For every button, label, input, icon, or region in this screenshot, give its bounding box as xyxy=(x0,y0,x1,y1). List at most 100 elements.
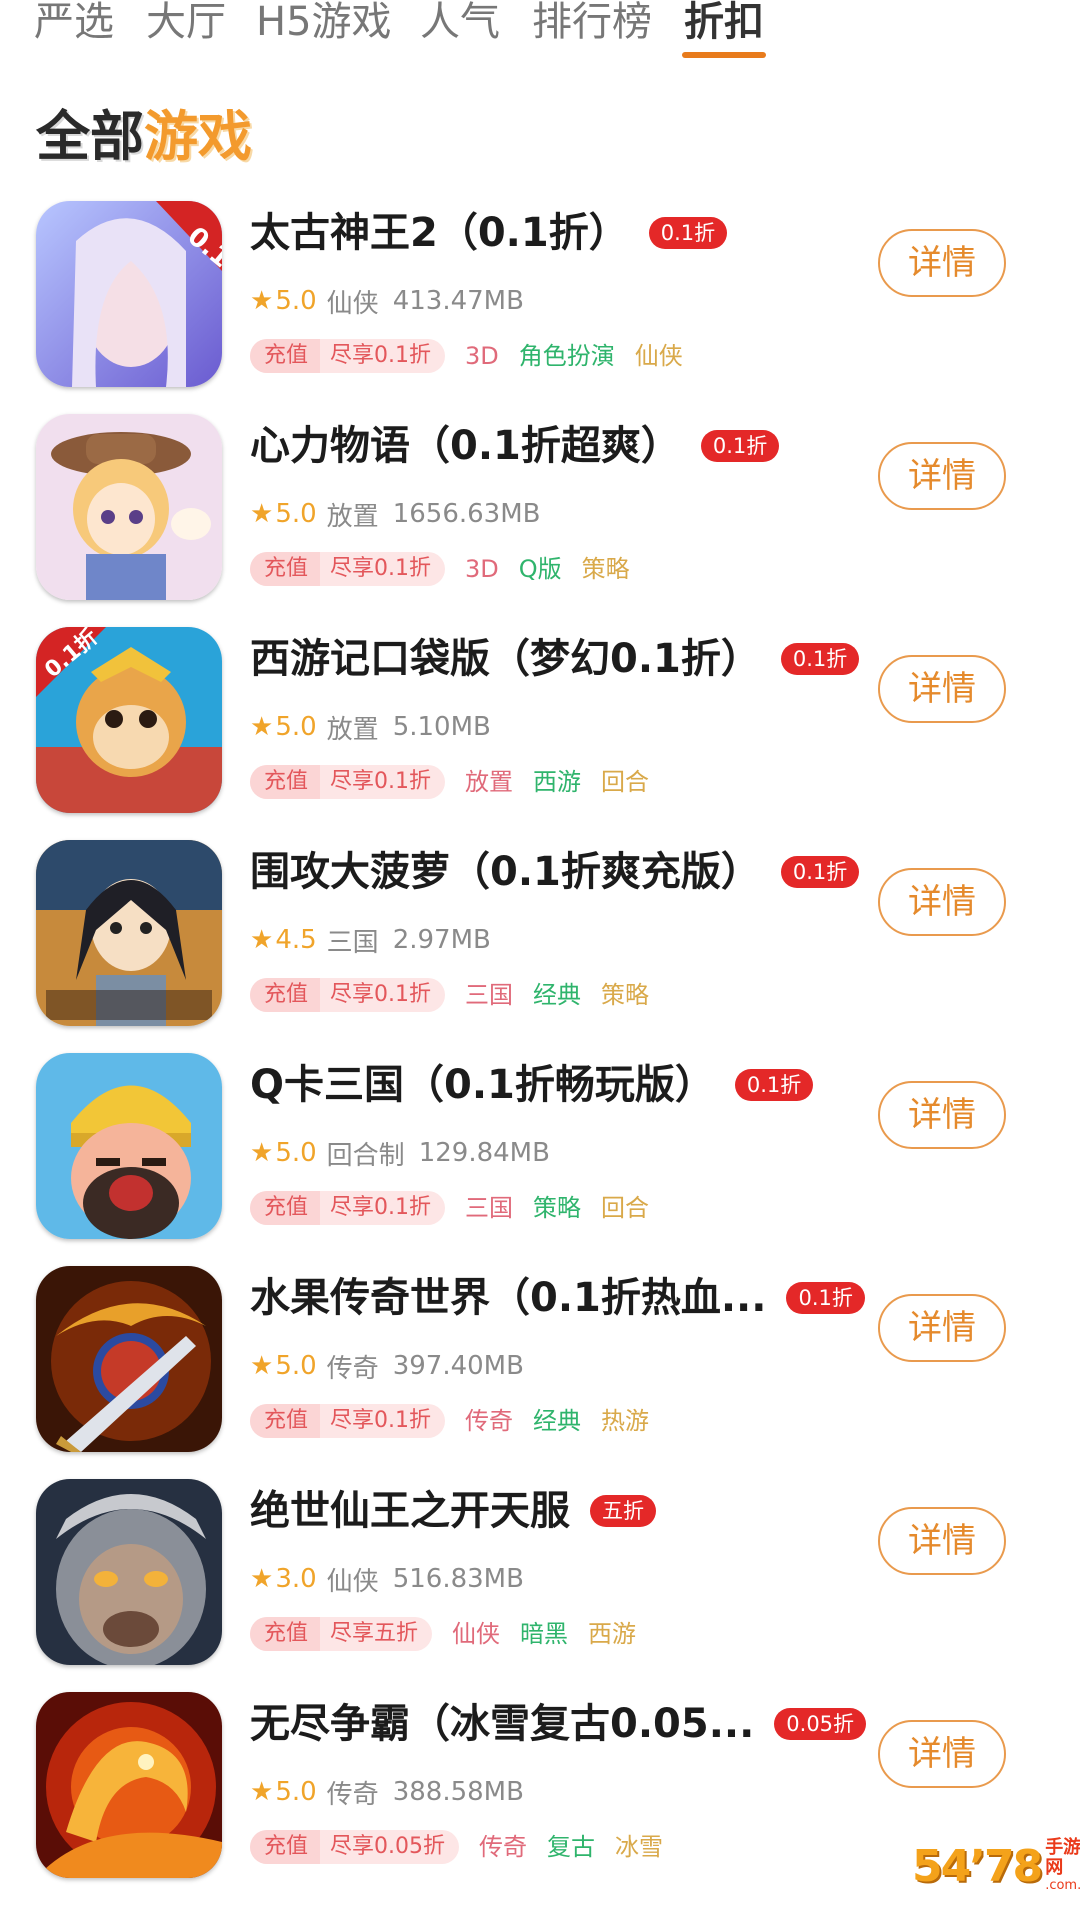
active-tab-indicator xyxy=(682,52,766,58)
game-list-item[interactable]: 0.1折 西游记口袋版（梦幻0.1折） 0.1折 ★ 5.0 放置 5.10MB… xyxy=(0,621,1080,834)
recharge-value: 尽享五折 xyxy=(330,1621,419,1646)
game-list-item[interactable]: 围攻大菠萝（0.1折爽充版） 0.1折 ★ 4.5 三国 2.97MB 充值 尽… xyxy=(0,834,1080,1047)
tab-h5-games[interactable]: H5游戏 xyxy=(256,0,392,50)
recharge-label: 充值 xyxy=(250,1830,321,1864)
game-tags: 充值 尽享0.1折 放置 西游 回合 xyxy=(250,765,649,799)
tab-popular[interactable]: 人气 xyxy=(420,0,500,50)
details-button[interactable]: 详情 xyxy=(878,1294,1006,1362)
recharge-value: 尽享0.05折 xyxy=(330,1834,446,1859)
game-category: 回合制 xyxy=(326,1140,405,1171)
angry-general-icon[interactable] xyxy=(36,1053,222,1239)
game-title-line: 无尽争霸（冰雪复古0.05... 0.05折 xyxy=(250,1696,867,1752)
game-name[interactable]: Q卡三国（0.1折畅玩版） xyxy=(250,1057,715,1113)
game-meta: ★ 4.5 三国 2.97MB xyxy=(250,920,491,960)
details-button[interactable]: 详情 xyxy=(878,1507,1006,1575)
game-title-line: 太古神王2（0.1折） 0.1折 xyxy=(250,205,728,261)
game-name[interactable]: 太古神王2（0.1折） xyxy=(250,205,629,261)
recharge-badge: 充值 尽享0.1折 xyxy=(250,765,446,799)
game-tag: 回合 xyxy=(601,768,650,796)
game-list-item[interactable]: 绝世仙王之开天服 五折 ★ 3.0 仙侠 516.83MB 充值 尽享五折 仙侠… xyxy=(0,1473,1080,1686)
game-category: 传奇 xyxy=(326,1779,379,1810)
recharge-badge: 充值 尽享0.1折 xyxy=(250,339,446,373)
fire-dragon-icon[interactable] xyxy=(36,1692,222,1878)
game-name[interactable]: 绝世仙王之开天服 xyxy=(250,1483,570,1539)
discount-badge: 0.1折 xyxy=(780,856,860,888)
game-rating: 5.0 xyxy=(275,712,317,742)
monkey-king-icon[interactable]: 0.1折 xyxy=(36,627,222,813)
game-tag: 回合 xyxy=(601,1194,650,1222)
fairy-girl-icon[interactable]: 0.1 xyxy=(36,201,222,387)
tab-discount[interactable]: 折扣 xyxy=(684,0,764,50)
recharge-label: 充值 xyxy=(250,339,321,373)
recharge-label: 充值 xyxy=(250,1191,321,1225)
details-button[interactable]: 详情 xyxy=(878,1081,1006,1149)
game-title-line: 西游记口袋版（梦幻0.1折） 0.1折 xyxy=(250,631,860,687)
star-icon: ★ xyxy=(250,499,274,529)
game-tags: 充值 尽享0.05折 传奇 复古 冰雪 xyxy=(250,1830,663,1864)
game-rating: 5.0 xyxy=(275,1351,317,1381)
game-category: 传奇 xyxy=(326,1353,379,1384)
tab-yanxuan[interactable]: 严选 xyxy=(34,0,114,50)
game-title-line: 水果传奇世界（0.1折热血... 0.1折 xyxy=(250,1270,865,1326)
game-name[interactable]: 无尽争霸（冰雪复古0.05... xyxy=(250,1696,754,1752)
game-size: 397.40MB xyxy=(392,1351,524,1381)
game-name[interactable]: 心力物语（0.1折超爽） xyxy=(250,418,681,474)
game-tag: 放置 xyxy=(465,768,514,796)
discount-badge: 0.05折 xyxy=(774,1708,867,1740)
game-tag: 热游 xyxy=(601,1407,650,1435)
game-tags: 充值 尽享0.1折 三国 经典 策略 xyxy=(250,978,649,1012)
ape-warrior-icon[interactable] xyxy=(36,1479,222,1665)
recharge-value: 尽享0.1折 xyxy=(330,1195,432,1220)
recharge-badge: 充值 尽享0.1折 xyxy=(250,1191,446,1225)
game-tag: 西游 xyxy=(588,1620,637,1648)
watermark-name: 手游网 xyxy=(1045,1837,1080,1878)
game-rating: 4.5 xyxy=(275,925,317,955)
game-tag: 角色扮演 xyxy=(518,342,615,370)
game-list-item[interactable]: Q卡三国（0.1折畅玩版） 0.1折 ★ 5.0 回合制 129.84MB 充值… xyxy=(0,1047,1080,1260)
star-icon: ★ xyxy=(250,1138,274,1168)
category-tabs: 严选 大厅 H5游戏 人气 排行榜 折扣 xyxy=(0,0,1080,62)
details-button[interactable]: 详情 xyxy=(878,229,1006,297)
game-title-line: 心力物语（0.1折超爽） 0.1折 xyxy=(250,418,780,474)
details-button[interactable]: 详情 xyxy=(878,1720,1006,1788)
tab-ranking[interactable]: 排行榜 xyxy=(532,0,652,50)
game-tag: 三国 xyxy=(465,981,514,1009)
dragon-sword-icon[interactable] xyxy=(36,1266,222,1452)
game-rating: 3.0 xyxy=(275,1564,317,1594)
game-rating: 5.0 xyxy=(275,499,317,529)
discount-badge: 0.1折 xyxy=(780,643,860,675)
recharge-badge: 充值 尽享0.1折 xyxy=(250,1404,446,1438)
game-size: 5.10MB xyxy=(392,712,491,742)
game-tag: 策略 xyxy=(601,981,650,1009)
star-icon: ★ xyxy=(250,1351,274,1381)
game-name[interactable]: 围攻大菠萝（0.1折爽充版） xyxy=(250,844,761,900)
warrior-portrait-icon[interactable] xyxy=(36,840,222,1026)
game-tag: 经典 xyxy=(533,981,582,1009)
game-size: 388.58MB xyxy=(392,1777,524,1807)
details-button[interactable]: 详情 xyxy=(878,868,1006,936)
game-category: 仙侠 xyxy=(326,288,379,319)
anime-cowgirl-icon[interactable] xyxy=(36,414,222,600)
section-title: 全部游戏 xyxy=(36,102,252,172)
details-button[interactable]: 详情 xyxy=(878,442,1006,510)
discount-badge: 0.1折 xyxy=(648,217,728,249)
game-tags: 充值 尽享0.1折 传奇 经典 热游 xyxy=(250,1404,649,1438)
discount-badge: 五折 xyxy=(590,1495,656,1527)
game-tag: 3D xyxy=(465,342,499,370)
game-meta: ★ 5.0 仙侠 413.47MB xyxy=(250,281,524,321)
tab-dating[interactable]: 大厅 xyxy=(146,0,226,50)
game-tag: Q版 xyxy=(518,555,562,583)
game-name[interactable]: 水果传奇世界（0.1折热血... xyxy=(250,1270,766,1326)
recharge-label: 充值 xyxy=(250,1617,321,1651)
game-category: 放置 xyxy=(326,501,379,532)
game-tag: 西游 xyxy=(533,768,582,796)
game-list-item[interactable]: 0.1 太古神王2（0.1折） 0.1折 ★ 5.0 仙侠 413.47MB 充… xyxy=(0,195,1080,408)
game-tag: 冰雪 xyxy=(615,1833,664,1861)
recharge-badge: 充值 尽享0.05折 xyxy=(250,1830,460,1864)
details-button[interactable]: 详情 xyxy=(878,655,1006,723)
game-name[interactable]: 西游记口袋版（梦幻0.1折） xyxy=(250,631,761,687)
game-tags: 充值 尽享0.1折 3D Q版 策略 xyxy=(250,552,630,586)
section-title-part1: 全部 xyxy=(36,105,144,168)
game-list-item[interactable]: 水果传奇世界（0.1折热血... 0.1折 ★ 5.0 传奇 397.40MB … xyxy=(0,1260,1080,1473)
game-list-item[interactable]: 心力物语（0.1折超爽） 0.1折 ★ 5.0 放置 1656.63MB 充值 … xyxy=(0,408,1080,621)
